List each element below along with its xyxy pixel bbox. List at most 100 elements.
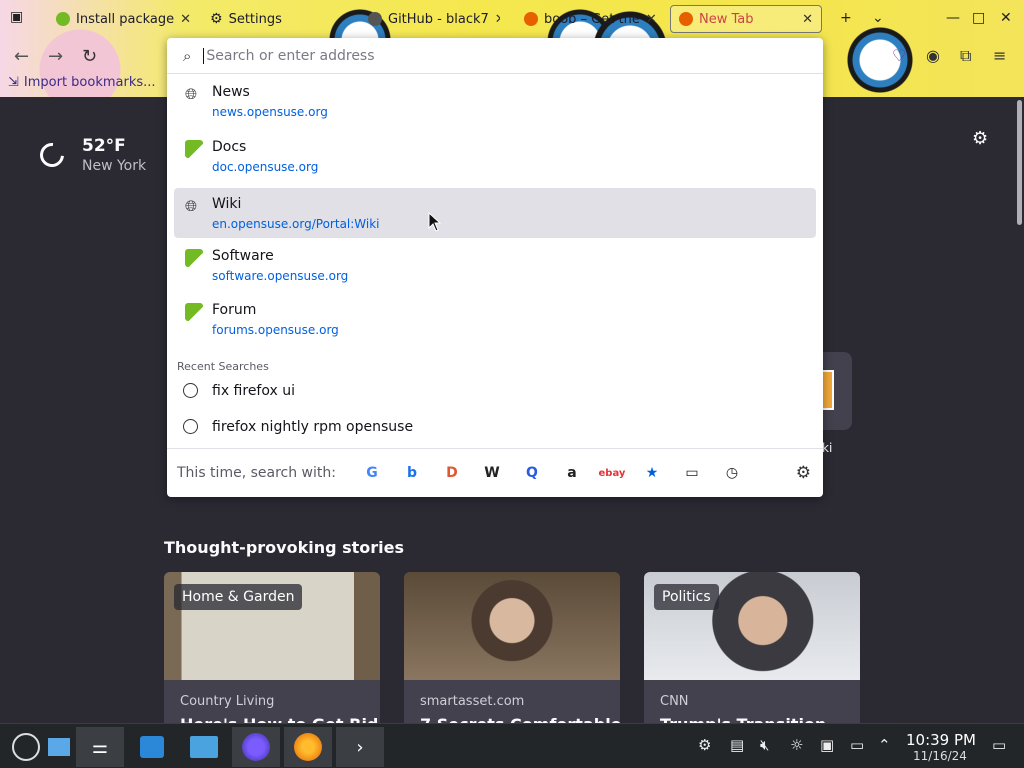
suggestion-url: software.opensuse.org: [212, 269, 349, 283]
firefox-nightly-icon[interactable]: [232, 727, 280, 767]
weather-widget[interactable]: 52°F New York: [35, 136, 147, 174]
suggestion-wiki[interactable]: 🌐︎ Wiki en.opensuse.org/Portal:Wiki: [174, 188, 816, 238]
firefox-icon: [524, 12, 538, 26]
minimize-icon[interactable]: —: [946, 10, 960, 26]
suggestion-forum[interactable]: Forum forums.opensuse.org: [174, 294, 816, 344]
firefox-icon[interactable]: [284, 727, 332, 767]
tabs-icon[interactable]: ▭: [672, 465, 712, 481]
new-tab-icon[interactable]: +: [840, 10, 852, 26]
tab-github[interactable]: GitHub - black7 ✕: [360, 5, 500, 33]
file-manager-icon[interactable]: [180, 727, 228, 767]
ebay-icon[interactable]: ebay: [592, 468, 632, 479]
gear-icon[interactable]: ⚙: [796, 463, 811, 483]
page-scrollbar[interactable]: [1017, 100, 1022, 225]
store-icon[interactable]: [128, 727, 176, 767]
volume-muted-icon[interactable]: 🔇︎: [760, 736, 769, 754]
suggestion-software[interactable]: Software software.opensuse.org: [174, 240, 816, 290]
gear-icon: ⚙: [210, 11, 223, 27]
tab-settings[interactable]: ⚙ Settings: [202, 5, 282, 33]
tab-title: GitHub - black7: [388, 11, 489, 27]
story-card[interactable]: smartasset.com 7 Secrets Comfortable: [404, 572, 620, 732]
menu-icon[interactable]: ≡: [993, 46, 1006, 65]
recent-searches-heading: Recent Searches: [177, 360, 269, 373]
network-icon[interactable]: ⚙: [698, 736, 711, 754]
bookmark-import[interactable]: ⇲ Import bookmarks...: [8, 75, 156, 90]
taskbar-time[interactable]: 10:39 PM: [906, 731, 976, 749]
reload-icon[interactable]: ↻: [82, 46, 97, 67]
history-icon[interactable]: ◷: [712, 465, 752, 481]
story-tag: Politics: [654, 584, 719, 610]
close-icon[interactable]: ✕: [646, 12, 657, 27]
clipboard-icon[interactable]: ▤: [730, 736, 744, 754]
address-input[interactable]: [203, 47, 764, 64]
import-icon: ⇲: [8, 75, 19, 90]
globe-icon: 🌐︎: [185, 197, 198, 215]
weather-city: New York: [82, 158, 147, 174]
story-card[interactable]: Home & Garden Country Living Here's How …: [164, 572, 380, 732]
suggestion-news[interactable]: 🌐︎ News news.opensuse.org: [174, 76, 816, 126]
tab-title: Settings: [228, 11, 282, 27]
bing-icon[interactable]: b: [392, 465, 432, 481]
tab-title: New Tab: [699, 11, 754, 27]
close-icon[interactable]: ✕: [495, 12, 500, 27]
chevron-down-icon[interactable]: ⌄: [872, 10, 884, 26]
chevron-up-icon[interactable]: ⌃: [878, 736, 891, 754]
system-settings-icon[interactable]: ⚌: [76, 727, 124, 767]
duckduckgo-icon[interactable]: D: [432, 465, 472, 481]
tab-new-tab[interactable]: New Tab ✕: [670, 5, 822, 33]
display-icon[interactable]: ▭: [850, 736, 864, 754]
opensuse-menu-icon[interactable]: [2, 727, 50, 767]
forward-icon[interactable]: →: [48, 46, 63, 67]
globe-icon: 🌐︎: [185, 85, 198, 103]
maximize-icon[interactable]: □: [972, 10, 985, 26]
taskbar-date: 11/16/24: [913, 749, 967, 763]
close-window-icon[interactable]: ✕: [1000, 10, 1012, 26]
storage-icon[interactable]: ▣: [820, 736, 834, 754]
account-icon[interactable]: ◉: [926, 46, 940, 65]
show-desktop-icon[interactable]: ▭: [992, 736, 1006, 754]
tab-list-icon[interactable]: ▣: [10, 9, 23, 25]
suggestion-url: en.opensuse.org/Portal:Wiki: [212, 217, 380, 231]
story-image: [404, 572, 620, 680]
suggestion-url: news.opensuse.org: [212, 105, 328, 119]
close-icon[interactable]: ✕: [180, 12, 190, 27]
shortcut-label: ki: [822, 441, 833, 455]
tab-title: boob – Get the: [544, 11, 640, 27]
gear-icon[interactable]: ⚙: [972, 128, 988, 149]
clock-icon: [183, 383, 198, 398]
tab-boob[interactable]: boob – Get the ✕: [516, 5, 658, 33]
recent-search-item[interactable]: firefox nightly rpm opensuse: [174, 413, 816, 445]
suggestion-title: Software: [212, 248, 274, 264]
suggestion-title: Docs: [212, 139, 247, 155]
tab-title: Install package: [76, 11, 175, 27]
story-source: CNN: [660, 694, 689, 709]
story-card[interactable]: Politics CNN Trump's Transition: [644, 572, 860, 732]
search-engine-icon[interactable]: Q: [512, 465, 552, 481]
amazon-icon[interactable]: a: [552, 465, 592, 481]
google-icon[interactable]: G: [352, 465, 392, 481]
pocket-icon[interactable]: ♡: [892, 46, 906, 65]
search-icon: ⌕: [183, 46, 192, 65]
recent-search-item[interactable]: fix firefox ui: [174, 377, 816, 409]
weather-temp: 52°F: [82, 136, 126, 156]
extensions-icon[interactable]: ⧉: [960, 46, 971, 66]
suggestion-docs[interactable]: Docs doc.opensuse.org: [174, 131, 816, 181]
bookmarks-star-icon[interactable]: ★: [632, 465, 672, 481]
stories-title: Thought-provoking stories: [164, 538, 405, 557]
close-icon[interactable]: ✕: [802, 12, 813, 27]
suggestion-title: News: [212, 84, 250, 100]
terminal-icon[interactable]: ›: [336, 727, 384, 767]
desktop-pager-icon[interactable]: [44, 727, 74, 767]
firefox-icon: [679, 12, 693, 26]
import-bookmarks-label: Import bookmarks...: [23, 75, 156, 90]
tab-bar: ▣ Install package ✕ ⚙ Settings GitHub - …: [0, 0, 1024, 38]
tab-install-package[interactable]: Install package ✕: [48, 5, 190, 33]
wikipedia-icon[interactable]: W: [472, 465, 512, 481]
recent-search-text: firefox nightly rpm opensuse: [212, 419, 414, 435]
story-source: Country Living: [180, 694, 275, 709]
back-icon[interactable]: ←: [14, 46, 29, 67]
address-bar: ⌕: [167, 38, 823, 74]
clock-icon: [183, 419, 198, 434]
search-engine-bar: This time, search with: G b D W Q a ebay…: [167, 448, 823, 497]
brightness-icon[interactable]: ☼: [790, 736, 803, 754]
